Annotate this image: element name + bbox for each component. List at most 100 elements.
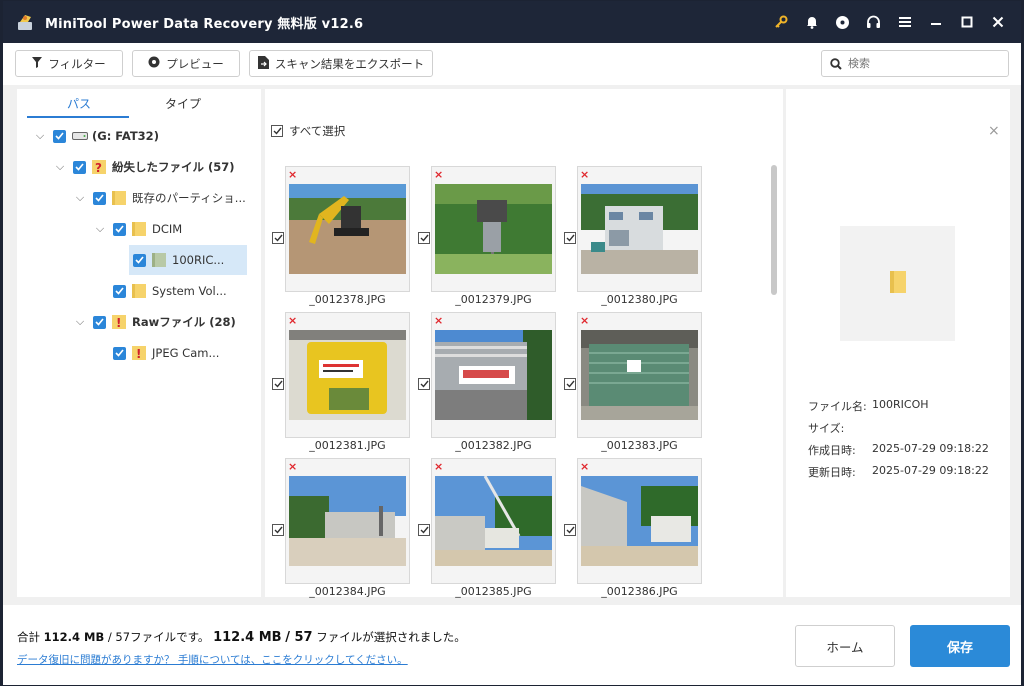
drive-icon	[72, 131, 88, 141]
file-checkbox[interactable]	[564, 378, 576, 390]
disc-icon[interactable]	[827, 1, 858, 43]
file-checkbox[interactable]	[272, 378, 284, 390]
file-checkbox[interactable]	[418, 378, 430, 390]
filter-label: フィルター	[48, 56, 106, 71]
file-thumbnail[interactable]: ×	[431, 458, 556, 584]
selection-summary: 合計 112.4 MB / 57ファイルです。 112.4 MB / 57 ファ…	[17, 629, 466, 645]
file-name-label: ファイル名:	[808, 400, 867, 413]
tree-label: JPEG Cam...	[152, 346, 220, 360]
file-name-value: 100RICOH	[872, 398, 929, 411]
file-thumbnail[interactable]: ×	[577, 166, 702, 292]
tree-checkbox[interactable]	[113, 284, 126, 298]
file-name: _0012382.JPG	[455, 439, 532, 452]
photo-preview	[289, 476, 406, 566]
export-icon	[257, 55, 269, 72]
app-window: MiniTool Power Data Recovery 無料版 v12.6 フ…	[2, 0, 1022, 685]
photo-preview	[435, 330, 552, 420]
bell-icon[interactable]	[796, 1, 827, 43]
file-thumbnail[interactable]: ×	[577, 458, 702, 584]
file-name: _0012383.JPG	[601, 439, 678, 452]
tree-item-system-volume[interactable]: System Vol...	[113, 276, 227, 306]
chevron-down-icon[interactable]: ⌵	[93, 222, 107, 236]
file-checkbox[interactable]	[564, 232, 576, 244]
file-checkbox[interactable]	[272, 232, 284, 244]
file-thumbnail[interactable]: ×	[431, 166, 556, 292]
close-icon[interactable]	[982, 1, 1013, 43]
export-scan-result-button[interactable]: スキャン結果をエクスポート	[249, 50, 433, 77]
select-all-checkbox[interactable]	[271, 125, 283, 137]
close-preview-icon[interactable]: ×	[988, 123, 1000, 139]
help-link[interactable]: データ復旧に問題がありますか？ 手順については、ここをクリックしてください。	[17, 652, 408, 667]
tree-item-existing-partition[interactable]: ⌵ 既存のパーティショ...	[73, 183, 246, 213]
tree-item-lost-files[interactable]: ⌵ ? 紛失したファイル (57)	[53, 152, 235, 182]
tree-label: DCIM	[152, 222, 183, 236]
home-button[interactable]: ホーム	[795, 625, 895, 667]
file-checkbox[interactable]	[418, 524, 430, 536]
tree-item-jpeg-camera[interactable]: ! JPEG Cam...	[113, 338, 219, 368]
tree-item-dcim[interactable]: ⌵ DCIM	[93, 214, 182, 244]
preview-button[interactable]: プレビュー	[132, 50, 240, 77]
search-box[interactable]	[821, 50, 1009, 77]
search-icon	[830, 57, 842, 70]
info-created: 作成日時: 2025-07-29 09:18:22	[808, 442, 989, 458]
created-value: 2025-07-29 09:18:22	[872, 442, 989, 455]
tree-label: 既存のパーティショ...	[132, 191, 246, 205]
chevron-down-icon[interactable]: ⌵	[53, 160, 67, 174]
filter-button[interactable]: フィルター	[15, 50, 123, 77]
raw-folder-icon: !	[112, 314, 126, 330]
save-button[interactable]: 保存	[910, 625, 1010, 667]
tree-checkbox[interactable]	[53, 129, 66, 143]
deleted-mark-icon: ×	[288, 460, 298, 473]
select-all[interactable]: すべて選択	[271, 123, 345, 139]
deleted-mark-icon: ×	[434, 314, 444, 327]
file-checkbox[interactable]	[564, 524, 576, 536]
deleted-mark-icon: ×	[580, 314, 590, 327]
file-name: _0012378.JPG	[309, 293, 386, 306]
maximize-icon[interactable]	[951, 1, 982, 43]
file-checkbox[interactable]	[418, 232, 430, 244]
tree-checkbox[interactable]	[93, 315, 106, 329]
file-thumbnail[interactable]: ×	[285, 166, 410, 292]
photo-preview	[435, 184, 552, 274]
tree-label: Rawファイル (28)	[132, 315, 236, 329]
file-thumbnail[interactable]: ×	[285, 312, 410, 438]
minimize-icon[interactable]	[920, 1, 951, 43]
tree-checkbox[interactable]	[133, 253, 146, 267]
chevron-down-icon[interactable]: ⌵	[33, 129, 47, 143]
tree-item-100ricoh[interactable]: 100RIC...	[133, 245, 224, 275]
photo-preview	[581, 476, 698, 566]
chevron-down-icon[interactable]: ⌵	[73, 191, 87, 205]
file-thumbnail[interactable]: ×	[577, 312, 702, 438]
file-name: _0012379.JPG	[455, 293, 532, 306]
svg-text:!: !	[116, 316, 121, 330]
tree-label: 100RIC...	[172, 253, 225, 267]
tab-path[interactable]: パス	[67, 95, 91, 112]
tree-checkbox[interactable]	[113, 346, 126, 360]
menu-icon[interactable]	[889, 1, 920, 43]
file-thumbnail[interactable]: ×	[431, 312, 556, 438]
key-icon[interactable]	[765, 1, 796, 43]
active-tab-indicator	[27, 116, 129, 118]
deleted-mark-icon: ×	[434, 460, 444, 473]
tree-label: (G: FAT32)	[92, 129, 159, 143]
tree-checkbox[interactable]	[113, 222, 126, 236]
search-input[interactable]	[848, 57, 998, 70]
eye-icon	[148, 56, 160, 71]
headset-icon[interactable]	[858, 1, 889, 43]
tree-checkbox[interactable]	[93, 191, 106, 205]
tree-label: 紛失したファイル (57)	[112, 160, 235, 174]
tab-type[interactable]: タイプ	[165, 95, 201, 112]
filter-icon	[32, 56, 43, 71]
preview-label: プレビュー	[166, 56, 224, 71]
file-name: _0012384.JPG	[309, 585, 386, 598]
tree-item-raw-files[interactable]: ⌵ ! Rawファイル (28)	[73, 307, 236, 337]
file-thumbnail[interactable]: ×	[285, 458, 410, 584]
tree-checkbox[interactable]	[73, 160, 86, 174]
file-checkbox[interactable]	[272, 524, 284, 536]
scrollbar-thumb[interactable]	[771, 165, 777, 295]
selected-size: 112.4 MB	[213, 630, 282, 645]
info-modified: 更新日時: 2025-07-29 09:18:22	[808, 464, 989, 480]
chevron-down-icon[interactable]: ⌵	[73, 315, 87, 329]
total-prefix: 合計	[17, 630, 40, 644]
tree-item-drive[interactable]: ⌵ (G: FAT32)	[33, 121, 159, 151]
